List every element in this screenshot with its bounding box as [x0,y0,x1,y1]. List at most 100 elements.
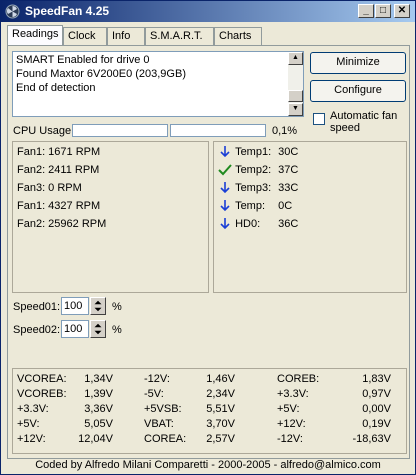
window-title: SpeedFan 4.25 [25,4,110,18]
cpu-usage-label: CPU Usage [13,125,72,137]
speed02-unit: % [112,324,122,336]
tab-smart[interactable]: S.M.A.R.T. [145,27,214,45]
speed01-spinner-icon[interactable] [90,297,106,315]
voltage-name: VBAT: [144,418,174,430]
arrow-down-icon [220,146,230,158]
maximize-window-button[interactable]: □ [375,4,391,18]
speedfan-window: SpeedFan 4.25 _ □ ✕ Readings Clock Info … [0,0,416,475]
temp-name: Temp1: [235,146,272,158]
speed02-spinner-icon[interactable] [90,320,106,338]
voltage-name: COREB: [277,373,320,385]
temp-name: Temp: [235,200,266,212]
fan-readings-box: Fan1: 1671 RPM Fan2: 2411 RPM Fan3: 0 RP… [12,141,209,293]
voltage-value: 12,04V [78,433,113,445]
voltage-row: -5V: 2,34V [144,388,235,403]
temperature-reading: Temp1: 30C [218,146,298,158]
voltage-value: 0,00V [362,403,391,415]
configure-button[interactable]: Configure [310,80,406,102]
log-scrollbar[interactable]: ▲ ▼ [288,52,303,116]
tab-charts[interactable]: Charts [214,27,262,45]
fan-reading: Fan2: 25962 RPM [17,218,107,230]
voltage-value: 2,57V [206,433,235,445]
voltage-value: -18,63V [352,433,391,445]
tab-clock[interactable]: Clock [63,27,107,45]
voltage-value: 3,36V [84,403,113,415]
voltage-row: VBAT: 3,70V [144,418,235,433]
voltage-value: 5,05V [84,418,113,430]
log-line: SMART Enabled for drive 0 [16,54,150,66]
voltage-name: COREA: [144,433,187,445]
voltage-value: 1,34V [84,373,113,385]
detection-log[interactable]: SMART Enabled for drive 0 Found Maxtor 6… [12,51,304,117]
speed01-unit: % [112,301,122,313]
voltage-row: +5VSB: 5,51V [144,403,235,418]
voltage-row: +5V: 0,00V [277,403,391,418]
fan-app-icon [5,4,20,19]
voltage-value: 1,39V [84,388,113,400]
arrow-down-icon [220,200,230,212]
speed01-input[interactable]: 100 [61,297,89,315]
voltage-name: -12V: [277,433,303,445]
arrow-down-icon [220,182,230,194]
voltage-value: 1,83V [362,373,391,385]
scroll-thumb[interactable] [288,90,303,102]
voltage-row: +3.3V: 3,36V [17,403,113,418]
temp-name: Temp3: [235,182,272,194]
cpu-usage-value: 0,1% [272,125,298,137]
cpu-usage-bar [72,124,168,137]
scroll-up-arrow-icon[interactable]: ▲ [288,52,303,65]
temp-value: 30C [278,146,299,158]
temperature-reading: Temp: 0C [218,200,292,212]
automatic-fan-speed-label: Automatic fan speed [330,110,398,134]
temperature-reading: HD0: 36C [218,218,298,230]
minimize-button[interactable]: Minimize [310,52,406,74]
voltage-row: +12V: 0,19V [277,418,391,433]
voltage-value: 0,97V [362,388,391,400]
voltage-row: VCOREA: 1,34V [17,373,113,388]
temp-value: 0C [278,200,293,212]
voltage-value: 5,51V [206,403,235,415]
temp-name: HD0: [235,218,261,230]
voltage-column: -12V: 1,46V -5V: 2,34V +5VSB: 5,51V VBAT: 3,… [144,373,235,448]
voltage-row: COREA: 2,57V [144,433,235,448]
readings-panel: SMART Enabled for drive 0 Found Maxtor 6… [7,45,410,459]
voltage-name: +5V: [17,418,40,430]
voltage-name: +5V: [277,403,300,415]
automatic-fan-speed-checkbox[interactable] [313,113,325,125]
voltage-row: COREB: 1,83V [277,373,391,388]
voltage-column: COREB: 1,83V +3.3V: 0,97V +5V: 0,00V +12V: 0… [277,373,391,448]
title-bar[interactable]: SpeedFan 4.25 _ □ ✕ [1,1,415,22]
voltage-row: -12V: 1,46V [144,373,235,388]
temp-name: Temp2: [235,164,272,176]
voltage-name: +3.3V: [17,403,49,415]
fan-reading: Fan3: 0 RPM [17,182,82,194]
fan-reading: Fan1: 1671 RPM [17,146,101,158]
log-line: Found Maxtor 6V200E0 (203,9GB) [16,68,186,80]
voltage-column: VCOREA: 1,34V VCOREB: 1,39V +3.3V: 3,36V +5… [17,373,113,448]
scroll-down-arrow-icon[interactable]: ▼ [288,103,303,116]
fan-reading: Fan1: 4327 RPM [17,200,101,212]
fan-reading: Fan2: 2411 RPM [17,164,100,176]
voltage-row: VCOREB: 1,39V [17,388,113,403]
voltage-name: -5V: [144,388,164,400]
arrow-down-icon [220,218,230,230]
close-window-button[interactable]: ✕ [394,4,410,18]
temperature-reading: Temp2: 37C [218,164,298,176]
temp-value: 33C [278,182,299,194]
voltage-name: +5VSB: [144,403,182,415]
speed01-label: Speed01: [13,301,61,313]
voltage-row: +5V: 5,05V [17,418,113,433]
speed02-label: Speed02: [13,324,61,336]
voltage-row: +3.3V: 0,97V [277,388,391,403]
minimize-window-button[interactable]: _ [358,4,374,18]
voltage-name: +12V: [277,418,306,430]
voltage-name: VCOREA: [17,373,67,385]
voltage-name: VCOREB: [17,388,67,400]
voltage-name: -12V: [144,373,170,385]
log-line: End of detection [16,82,96,94]
voltage-name: +3.3V: [277,388,309,400]
tab-info[interactable]: Info [107,27,145,45]
speed02-input[interactable]: 100 [61,320,89,338]
tab-readings[interactable]: Readings [7,25,63,46]
voltage-row: -12V: -18,63V [277,433,391,448]
